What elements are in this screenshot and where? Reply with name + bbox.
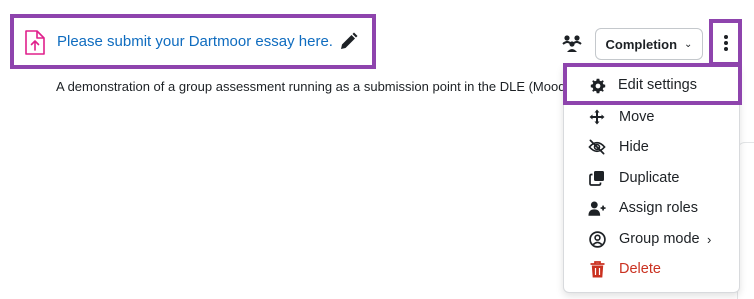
menu-item-group-mode[interactable]: Group mode › [564,224,741,254]
completion-dropdown-button[interactable]: Completion ⌄ [595,28,703,60]
pencil-icon[interactable] [339,32,358,51]
duplicate-icon [588,169,606,187]
file-upload-icon [25,30,45,55]
group-circle-icon [588,230,606,248]
menu-item-edit-settings[interactable]: Edit settings [563,63,742,105]
move-arrows-icon [588,108,606,126]
menu-item-label: Assign roles [619,200,698,216]
menu-item-label: Move [619,109,655,125]
menu-item-label: Group mode [619,231,700,247]
menu-item-label: Hide [619,139,649,155]
menu-item-label: Duplicate [619,170,680,186]
kebab-menu-icon [723,34,728,51]
actions-menu-button[interactable] [709,19,742,66]
user-plus-icon [588,199,606,217]
menu-item-hide[interactable]: Hide [564,132,741,162]
group-icon [562,35,582,52]
menu-item-delete[interactable]: Delete [564,254,741,284]
chevron-right-icon: › [707,231,712,247]
activity-title-highlight: Please submit your Dartmoor essay here. [10,14,376,69]
activity-description: A demonstration of a group assessment ru… [56,79,564,94]
menu-item-label: Edit settings [618,77,697,93]
completion-label: Completion [605,36,678,52]
menu-item-label: Delete [619,261,661,277]
menu-item-duplicate[interactable]: Duplicate [564,163,741,193]
eye-slash-icon [588,138,606,156]
activity-title-link[interactable]: Please submit your Dartmoor essay here. [57,33,333,50]
menu-item-move[interactable]: Move [564,102,741,132]
trash-icon [588,260,606,278]
chevron-down-icon: ⌄ [684,38,693,50]
menu-item-assign-roles[interactable]: Assign roles [564,193,741,223]
activity-row: Please submit your Dartmoor essay here. … [0,0,754,299]
gear-icon [589,77,607,95]
